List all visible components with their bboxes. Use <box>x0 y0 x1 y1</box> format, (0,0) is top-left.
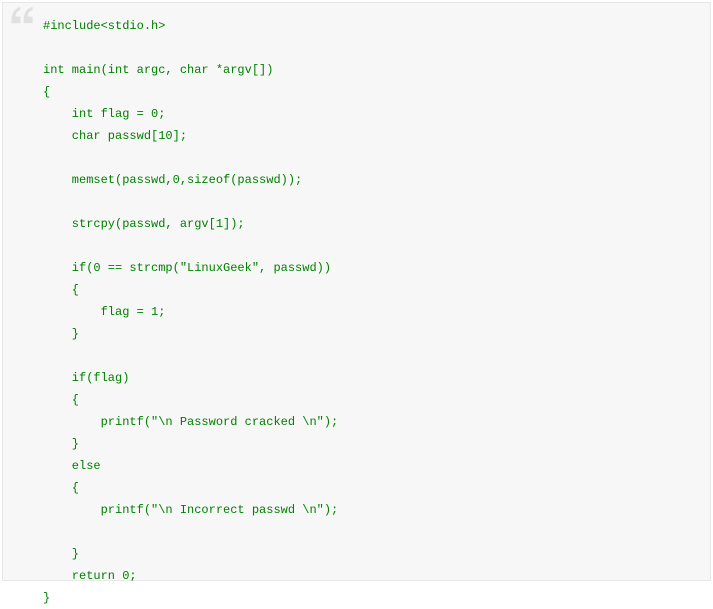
source-code: #include<stdio.h> int main(int argc, cha… <box>43 15 696 609</box>
blockquote-icon <box>9 5 35 30</box>
code-block-container: #include<stdio.h> int main(int argc, cha… <box>2 2 711 581</box>
